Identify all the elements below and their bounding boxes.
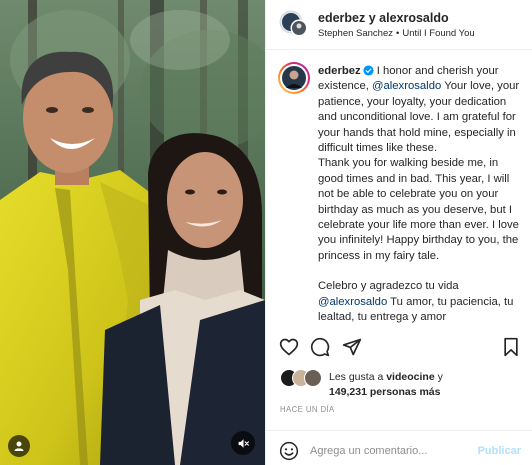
liker-avatars — [280, 369, 324, 387]
save-button[interactable] — [500, 336, 522, 358]
verified-badge-icon — [363, 65, 374, 76]
post-video[interactable] — [0, 0, 265, 465]
mute-button[interactable] — [231, 431, 255, 455]
audio-title[interactable]: Until I Found You — [402, 28, 474, 39]
likes-section: Les gusta a videocine y 149,231 personas… — [266, 366, 532, 400]
caption-mention-2[interactable]: @alexrosaldo — [318, 296, 387, 308]
caption-paragraph-2: Thank you for walking beside me, in good… — [318, 157, 519, 262]
post-details-panel: ederbez y alexrosaldo Stephen Sanchez • Un… — [265, 0, 532, 465]
caption-text: ederbez I honor and cherish your existenc… — [318, 64, 526, 326]
comment-icon — [310, 337, 330, 357]
liked-by-suffix: y — [434, 371, 443, 383]
like-button[interactable] — [278, 336, 300, 358]
liked-by-prefix: Les gusta a — [329, 371, 387, 383]
caption-paragraph-3: Celebro y agradezco tu vida @alexrosaldo… — [318, 279, 526, 325]
caption-author-avatar[interactable] — [277, 61, 311, 95]
speaker-muted-icon — [238, 438, 249, 448]
liker-avatar[interactable] — [304, 369, 322, 387]
emoji-icon[interactable] — [279, 441, 299, 461]
comment-bar: Publicar — [266, 430, 532, 465]
audio-track[interactable]: Stephen Sanchez • Until I Found You — [318, 28, 475, 39]
audio-separator: • — [396, 28, 400, 39]
action-bar — [266, 332, 532, 362]
user-icon — [14, 441, 24, 451]
liked-by-account[interactable]: videocine — [386, 371, 434, 383]
liked-by-line: Les gusta a videocine y — [329, 371, 443, 383]
author-usernames[interactable]: ederbez y alexrosaldo — [318, 11, 449, 25]
comment-button[interactable] — [309, 336, 331, 358]
paper-plane-icon — [342, 338, 362, 356]
caption-paragraph-3-start: Celebro y agradezco tu vida — [318, 280, 459, 293]
audio-artist[interactable]: Stephen Sanchez — [318, 28, 393, 39]
bookmark-icon — [504, 337, 518, 357]
post-comment-button[interactable]: Publicar — [478, 445, 521, 457]
likes-count[interactable]: 149,231 personas más — [329, 386, 441, 398]
tagged-users-button[interactable] — [8, 435, 30, 457]
caption-section: ederbez I honor and cherish your existenc… — [266, 51, 532, 327]
caption-mention-1[interactable]: @alexrosaldo — [372, 80, 441, 92]
heart-icon — [279, 338, 299, 356]
video-frame — [0, 0, 265, 465]
comment-input[interactable] — [310, 440, 470, 462]
caption-username[interactable]: ederbez — [318, 65, 361, 77]
post-timestamp[interactable]: HACE UN DÍA — [280, 405, 335, 414]
author-avatar[interactable] — [279, 9, 309, 39]
post-header: ederbez y alexrosaldo Stephen Sanchez • Un… — [266, 0, 532, 50]
share-button[interactable] — [341, 336, 363, 358]
